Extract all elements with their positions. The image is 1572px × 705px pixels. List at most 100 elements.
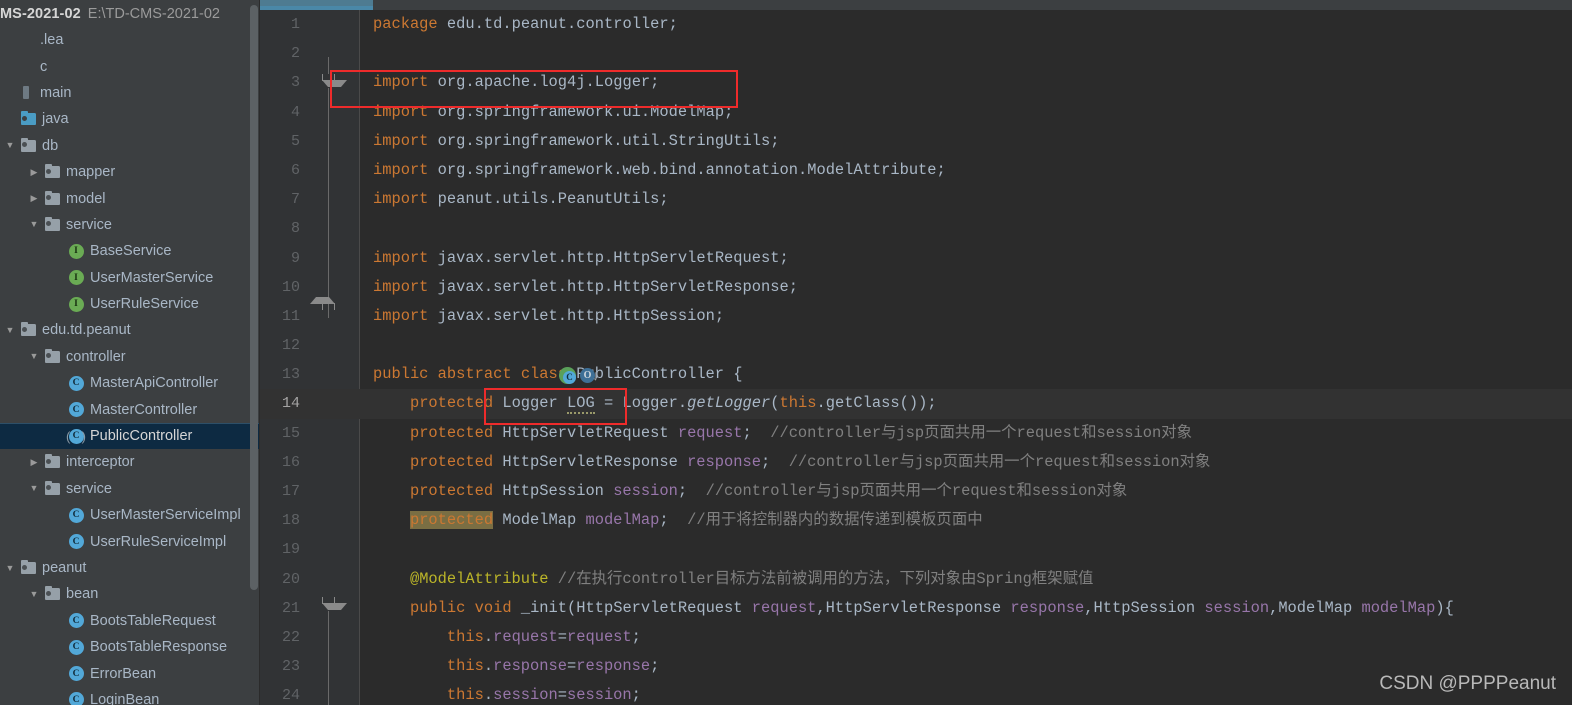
code-line-7[interactable]: 7 import peanut.utils.PeanutUtils; [260, 185, 1572, 214]
code-line-2[interactable]: 2 [260, 39, 1572, 68]
code-line-12[interactable]: 12 [260, 331, 1572, 360]
code-text[interactable]: public void _init(HttpServletRequest req… [373, 594, 1454, 623]
chevron-down-icon[interactable]: ▼ [2, 141, 18, 150]
code-text[interactable]: import peanut.utils.PeanutUtils; [373, 185, 669, 214]
chevron-right-icon[interactable]: ▶ [26, 194, 42, 203]
chevron-down-icon[interactable]: ▼ [2, 325, 18, 335]
tree-item-label: peanut [42, 560, 87, 576]
code-text[interactable]: import org.springframework.ui.ModelMap; [373, 98, 733, 127]
code-line-16[interactable]: 16 protected HttpServletResponse respons… [260, 448, 1572, 477]
tree-item-label: service [66, 216, 112, 233]
editor-pane[interactable]: 1 package edu.td.peanut.controller; 2 3 impo… [260, 0, 1572, 705]
tree-item-usermasterserviceimpl[interactable]: ▶CUserMasterServiceImpl [0, 502, 260, 528]
code-text[interactable]: this.session=session; [373, 681, 641, 705]
tree-item-interceptor[interactable]: ▶ interceptor [0, 449, 260, 475]
chevron-right-icon[interactable]: ▶ [26, 457, 42, 467]
code-line-23[interactable]: 23 this.response=response; [260, 652, 1572, 681]
tree-item-userruleserviceimpl[interactable]: ▶CUserRuleServiceImpl [0, 528, 260, 554]
tree-item-main[interactable]: ▶main [0, 80, 260, 106]
code-text[interactable]: @ModelAttribute //在执行controller目标方法前被调用的… [373, 565, 1093, 594]
tree-item-edu-td-peanut[interactable]: ▼ edu.td.peanut [0, 317, 260, 343]
code-text[interactable]: public abstract class PublicController { [373, 360, 743, 389]
code-text[interactable]: protected HttpServletRequest request; //… [373, 419, 1192, 448]
sidebar-scrollbar[interactable] [250, 0, 258, 705]
code-text[interactable]: import org.springframework.web.bind.anno… [373, 156, 946, 185]
tree-item-baseservice[interactable]: ▶IBaseService [0, 238, 260, 264]
tree-item-service[interactable]: ▼ service [0, 212, 260, 238]
code-line-10[interactable]: 10 import javax.servlet.http.HttpServletR… [260, 273, 1572, 302]
line-number: 8 [290, 220, 300, 238]
editor-tab-bar[interactable] [260, 0, 1572, 10]
chevron-right-icon[interactable]: ▶ [26, 167, 42, 177]
code-line-11[interactable]: 11 import javax.servlet.http.HttpSession; [260, 302, 1572, 331]
tree-item-bootstablerequest[interactable]: ▶CBootsTableRequest [0, 608, 260, 634]
tree-item-db[interactable]: ▼ db [0, 133, 260, 159]
code-line-4[interactable]: 4 import org.springframework.ui.ModelMap; [260, 98, 1572, 127]
code-line-20[interactable]: 20 @ModelAttribute //在执行controller目标方法前被… [260, 565, 1572, 594]
code-line-14[interactable]: 14 protected Logger LOG = Logger.getLogg… [260, 389, 1572, 419]
code-line-5[interactable]: 5 import org.springframework.util.StringU… [260, 127, 1572, 156]
code-text[interactable]: import javax.servlet.http.HttpServletRes… [373, 273, 798, 302]
tree-item-publiccontroller[interactable]: ▶(C)PublicController [0, 422, 260, 450]
code-line-9[interactable]: 9 import javax.servlet.http.HttpServletRe… [260, 244, 1572, 273]
tree-item-bean[interactable]: ▼ bean [0, 581, 260, 607]
tree-item-errorbean[interactable]: ▶CErrorBean [0, 660, 260, 686]
code-line-17[interactable]: 17 protected HttpSession session; //cont… [260, 477, 1572, 506]
sidebar-scrollbar-thumb[interactable] [250, 5, 258, 590]
class-marker-icon[interactable] [559, 367, 576, 384]
tree-item-controller[interactable]: ▼ controller [0, 344, 260, 370]
tree-item-userruleservice[interactable]: ▶IUserRuleService [0, 291, 260, 317]
code-line-6[interactable]: 6 import org.springframework.web.bind.ann… [260, 156, 1572, 185]
tree-item-label: mapper [66, 164, 116, 181]
code-line-1[interactable]: 1 package edu.td.peanut.controller; [260, 10, 1572, 39]
code-line-18[interactable]: 18 protected ModelMap modelMap; //用于将控制器… [260, 506, 1572, 535]
tree-item-mastercontroller[interactable]: ▶CMasterController [0, 396, 260, 422]
code-lines[interactable]: 1 package edu.td.peanut.controller; 2 3 impo… [260, 10, 1572, 705]
tree-item-java[interactable]: ▶java [0, 106, 260, 132]
line-number: 2 [290, 45, 300, 63]
code-text[interactable]: import org.apache.log4j.Logger; [373, 68, 659, 97]
chevron-down-icon[interactable]: ▼ [26, 589, 42, 599]
fold-marker-imports[interactable] [322, 74, 347, 87]
chevron-down-icon[interactable]: ▼ [26, 220, 42, 229]
code-text[interactable]: this.request=request; [373, 623, 641, 652]
code-line-21[interactable]: 21 public void _init(HttpServletRequest … [260, 594, 1572, 623]
code-line-22[interactable]: 22 this.request=request; [260, 623, 1572, 652]
project-tree[interactable]: ▶.lea▶c▶main▶java▼db▶mapper▶model▼servic… [0, 27, 260, 705]
code-line-8[interactable]: 8 [260, 214, 1572, 243]
chevron-down-icon[interactable]: ▼ [26, 484, 42, 493]
code-text[interactable]: protected Logger LOG = Logger.getLogger(… [373, 389, 937, 418]
project-root-row[interactable]: MS-2021-02 E:\TD-CMS-2021-02 [0, 0, 260, 27]
tree-item-usermasterservice[interactable]: ▶IUserMasterService [0, 265, 260, 291]
code-line-19[interactable]: 19 [260, 535, 1572, 564]
fold-marker-imports-end[interactable] [322, 303, 335, 310]
code-text[interactable]: protected HttpSession session; //control… [373, 477, 1127, 506]
tree-item-model[interactable]: ▶ model [0, 185, 260, 211]
code-text[interactable]: protected ModelMap modelMap; //用于将控制器内的数… [373, 506, 983, 535]
tree-item-label: UserMasterServiceImpl [90, 507, 241, 524]
code-line-24[interactable]: 24 this.session=session; [260, 681, 1572, 705]
code-text[interactable]: import javax.servlet.http.HttpSession; [373, 302, 724, 331]
code-text[interactable]: package edu.td.peanut.controller; [373, 10, 678, 39]
code-line-13[interactable]: 13 public abstract class PublicController… [260, 360, 1572, 389]
code-editor[interactable]: 1 package edu.td.peanut.controller; 2 3 impo… [260, 10, 1572, 705]
code-line-3[interactable]: 3 import org.apache.log4j.Logger; [260, 68, 1572, 97]
tree-item-service[interactable]: ▼ service [0, 476, 260, 502]
code-text[interactable]: import org.springframework.util.StringUt… [373, 127, 780, 156]
tree-item-c[interactable]: ▶c [0, 53, 260, 79]
tree-item-masterapicontroller[interactable]: ▶CMasterApiController [0, 370, 260, 396]
code-text[interactable]: import javax.servlet.http.HttpServletReq… [373, 244, 789, 273]
chevron-down-icon[interactable]: ▼ [2, 563, 18, 573]
tree-item-peanut[interactable]: ▼ peanut [0, 555, 260, 581]
gutter-icon-group-line13[interactable]: O ↓ [559, 367, 599, 384]
chevron-down-icon[interactable]: ▼ [26, 352, 42, 361]
fold-marker-init-method[interactable] [322, 597, 347, 610]
code-line-15[interactable]: 15 protected HttpServletRequest request;… [260, 419, 1572, 448]
tree-item-mapper[interactable]: ▶ mapper [0, 159, 260, 185]
tree-item-bootstableresponse[interactable]: ▶CBootsTableResponse [0, 634, 260, 660]
code-text[interactable]: this.response=response; [373, 652, 659, 681]
tree-item-lea[interactable]: ▶.lea [0, 27, 260, 53]
code-text[interactable]: protected HttpServletResponse response; … [373, 448, 1210, 477]
tree-item-loginbean[interactable]: ▶CLoginBean [0, 687, 260, 705]
project-tool-window[interactable]: MS-2021-02 E:\TD-CMS-2021-02 ▶.lea▶c▶mai… [0, 0, 260, 705]
